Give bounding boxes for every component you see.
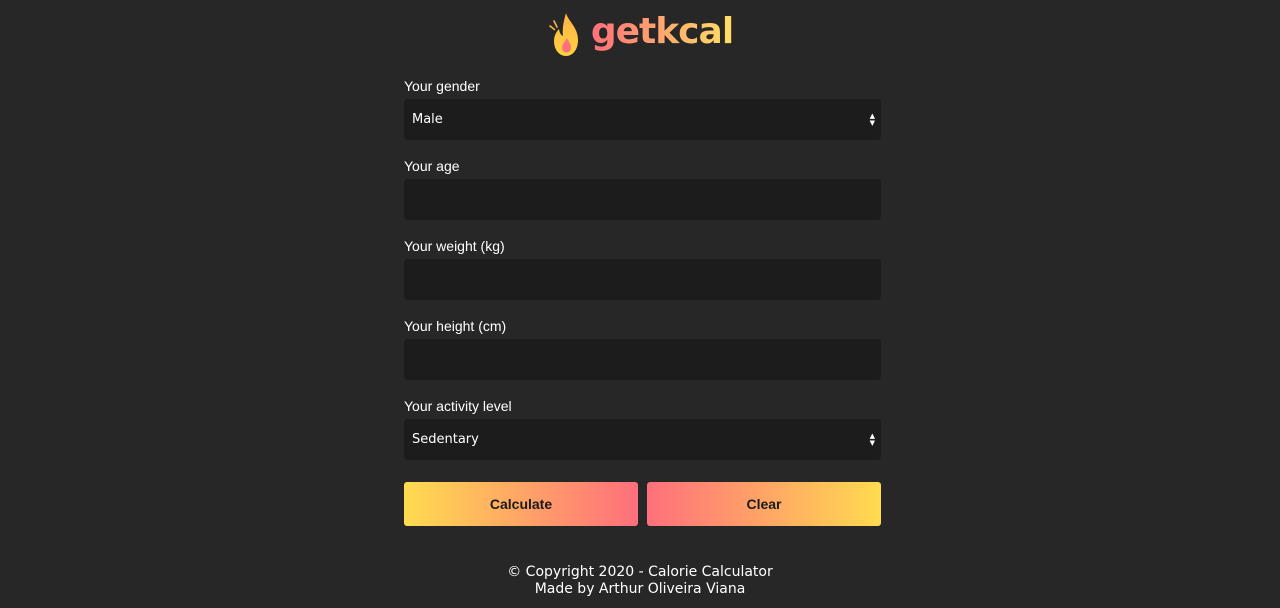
clear-button[interactable]: Clear xyxy=(647,482,881,526)
page: getkcal Your gender Male ▲ ▼ Your age You… xyxy=(0,0,1280,608)
select-arrows-icon: ▲ ▼ xyxy=(869,111,875,127)
age-label: Your age xyxy=(404,158,460,174)
activity-label: Your activity level xyxy=(404,398,512,414)
calorie-form: Your gender Male ▲ ▼ Your age Your weight… xyxy=(404,75,881,526)
logo: getkcal xyxy=(0,10,1280,60)
gender-select-value: Male xyxy=(412,112,443,127)
height-label: Your height (cm) xyxy=(404,318,507,334)
gender-select[interactable]: Male ▲ ▼ xyxy=(404,99,881,140)
gender-field: Your gender Male ▲ ▼ xyxy=(404,77,881,140)
select-arrows-icon: ▲ ▼ xyxy=(869,431,875,447)
height-field: Your height (cm) xyxy=(404,317,881,380)
copyright-text: © Copyright 2020 - Calorie Calculator xyxy=(507,564,773,580)
activity-field: Your activity level Sedentary ▲ ▼ xyxy=(404,397,881,460)
brand-name: getkcal xyxy=(590,11,734,52)
weight-input[interactable] xyxy=(404,259,881,300)
flame-icon xyxy=(549,13,578,56)
author-text: Made by Arthur Oliveira Viana xyxy=(534,581,746,597)
activity-select[interactable]: Sedentary ▲ ▼ xyxy=(404,419,881,460)
footer: © Copyright 2020 - Calorie Calculator Ma… xyxy=(0,564,1280,598)
weight-field: Your weight (kg) xyxy=(404,237,881,300)
age-input[interactable] xyxy=(404,179,881,220)
calculate-button[interactable]: Calculate xyxy=(404,482,638,526)
height-input[interactable] xyxy=(404,339,881,380)
weight-label: Your weight (kg) xyxy=(404,238,505,254)
activity-select-value: Sedentary xyxy=(412,432,479,447)
button-row: Calculate Clear xyxy=(404,482,881,526)
gender-label: Your gender xyxy=(404,78,480,94)
age-field: Your age xyxy=(404,157,881,220)
